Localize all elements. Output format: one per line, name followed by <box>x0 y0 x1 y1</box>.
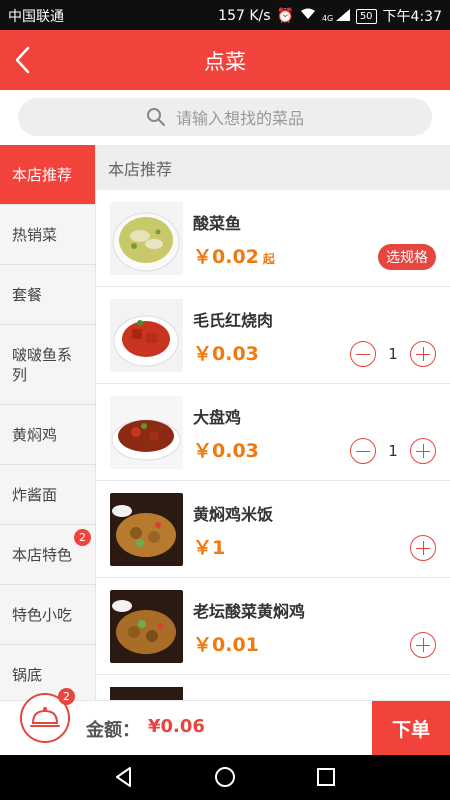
place-order-button[interactable]: 下单 <box>372 701 450 756</box>
cart-bar: 2 金额： ¥0.06 下单 <box>0 688 450 756</box>
signal-icon: 4G <box>322 9 350 23</box>
plus-button[interactable] <box>410 438 436 464</box>
list-item[interactable]: 酸菜鱼 ￥0.02 起 选规格 <box>96 190 450 287</box>
sidebar-item-combo[interactable]: 套餐 <box>0 265 95 325</box>
dish-image <box>110 493 183 566</box>
sidebar-item-recommended[interactable]: 本店推荐 <box>0 145 95 205</box>
network-type: 4G <box>321 14 334 23</box>
sidebar-item-hot[interactable]: 热销菜 <box>0 205 95 265</box>
list-item[interactable]: 黄焖鸡米饭 ￥1 <box>96 481 450 578</box>
sidebar-item-label: 炸酱面 <box>12 485 58 504</box>
nav-back-button[interactable] <box>112 765 136 789</box>
sidebar-item-label: 啵啵鱼系列 <box>12 345 73 384</box>
clock: 下午4:37 <box>382 9 442 25</box>
nav-recents-button[interactable] <box>314 765 338 789</box>
carrier-name: 中国联通 <box>8 9 64 25</box>
minus-button[interactable] <box>350 341 376 367</box>
status-icons: 157 K/s ⏰ 4G 50 下午4:37 <box>218 6 442 26</box>
dish-image <box>110 202 183 275</box>
cart-count-badge: 2 <box>58 688 75 705</box>
system-nav-bar <box>0 755 450 800</box>
dish-price: ￥0.03 <box>193 440 259 462</box>
dish-name: 毛氏红烧肉 <box>193 311 274 330</box>
search-icon <box>146 108 165 126</box>
dish-image <box>110 687 183 700</box>
dish-price: ￥0.01 <box>193 634 259 656</box>
section-title: 本店推荐 <box>96 145 450 190</box>
sidebar-item-label: 黄焖鸡 <box>12 425 58 444</box>
sidebar-item-bobo-fish[interactable]: 啵啵鱼系列 <box>0 325 95 405</box>
dish-name: 黄焖鸡米饭 <box>193 505 274 524</box>
nav-home-button[interactable] <box>213 765 237 789</box>
quantity-stepper <box>410 535 436 561</box>
dish-price: ￥0.02 起 <box>193 242 275 269</box>
sidebar-item-snacks[interactable]: 特色小吃 <box>0 585 95 645</box>
total-amount: ¥0.06 <box>148 716 205 737</box>
dish-name: 大盘鸡 <box>193 408 242 427</box>
search-section: 请输入想找的菜品 <box>0 90 450 145</box>
sidebar-item-braised-chicken[interactable]: 黄焖鸡 <box>0 405 95 465</box>
dish-image <box>110 299 183 372</box>
category-sidebar: 本店推荐 热销菜 套餐 啵啵鱼系列 黄焖鸡 炸酱面 本店特色 2 特色小吃 锅底 <box>0 145 96 700</box>
list-item[interactable]: 大盘鸡 ￥0.03 1 <box>96 384 450 481</box>
sidebar-item-hotpot-base[interactable]: 锅底 <box>0 645 95 700</box>
network-speed: 157 K/s <box>218 8 271 24</box>
sidebar-item-label: 特色小吃 <box>12 605 73 624</box>
search-input[interactable]: 请输入想找的菜品 <box>18 98 432 136</box>
sidebar-item-label: 本店特色 <box>12 545 73 564</box>
dish-price: ￥0.03 <box>193 343 259 365</box>
quantity-stepper <box>410 632 436 658</box>
plus-button[interactable] <box>410 341 436 367</box>
dish-image <box>110 590 183 663</box>
quantity-stepper: 1 <box>350 341 436 367</box>
square-recents-icon <box>317 768 335 786</box>
select-spec-button[interactable]: 选规格 <box>378 244 436 270</box>
dish-list[interactable]: 本店推荐 酸菜鱼 ￥0.02 起 选规格 毛氏红烧肉 ￥0.03 1 大盘鸡 ￥… <box>96 145 450 700</box>
dish-name: 老坛酸菜黄焖鸡 <box>193 602 306 621</box>
quantity-stepper: 1 <box>350 438 436 464</box>
page-title: 点菜 <box>204 50 246 74</box>
sidebar-item-noodles[interactable]: 炸酱面 <box>0 465 95 525</box>
price-value: ￥0.02 <box>193 246 259 268</box>
wifi-icon <box>300 8 316 24</box>
alarm-icon: ⏰ <box>276 8 294 24</box>
list-item[interactable]: 老坛酸菜黄焖鸡 ￥0.01 <box>96 578 450 675</box>
dish-name: 酸菜鱼 <box>193 214 242 233</box>
dish-image <box>110 396 183 469</box>
battery-icon: 50 <box>355 8 377 24</box>
sidebar-item-label: 热销菜 <box>12 225 58 244</box>
title-bar: 点菜 <box>0 30 450 90</box>
count-badge: 2 <box>74 529 91 546</box>
search-placeholder: 请输入想找的菜品 <box>175 109 304 128</box>
circle-home-icon <box>215 767 235 787</box>
quantity-value: 1 <box>388 345 398 363</box>
dish-price: ￥1 <box>193 537 226 559</box>
status-bar: 中国联通 157 K/s ⏰ 4G 50 下午4:37 <box>0 0 450 30</box>
list-item[interactable]: 毛氏红烧肉 ￥0.03 1 <box>96 287 450 384</box>
list-item[interactable] <box>96 675 450 700</box>
sidebar-item-label: 套餐 <box>12 285 43 304</box>
quantity-value: 1 <box>388 442 398 460</box>
triangle-back-icon <box>116 767 131 787</box>
sidebar-item-label: 锅底 <box>12 665 43 684</box>
sidebar-item-specialty[interactable]: 本店特色 2 <box>0 525 95 585</box>
minus-button[interactable] <box>350 438 376 464</box>
plus-button[interactable] <box>410 632 436 658</box>
plus-button[interactable] <box>410 535 436 561</box>
price-suffix: 起 <box>262 252 275 266</box>
total-label: 金额： <box>86 720 140 741</box>
sidebar-item-label: 本店推荐 <box>12 165 73 184</box>
